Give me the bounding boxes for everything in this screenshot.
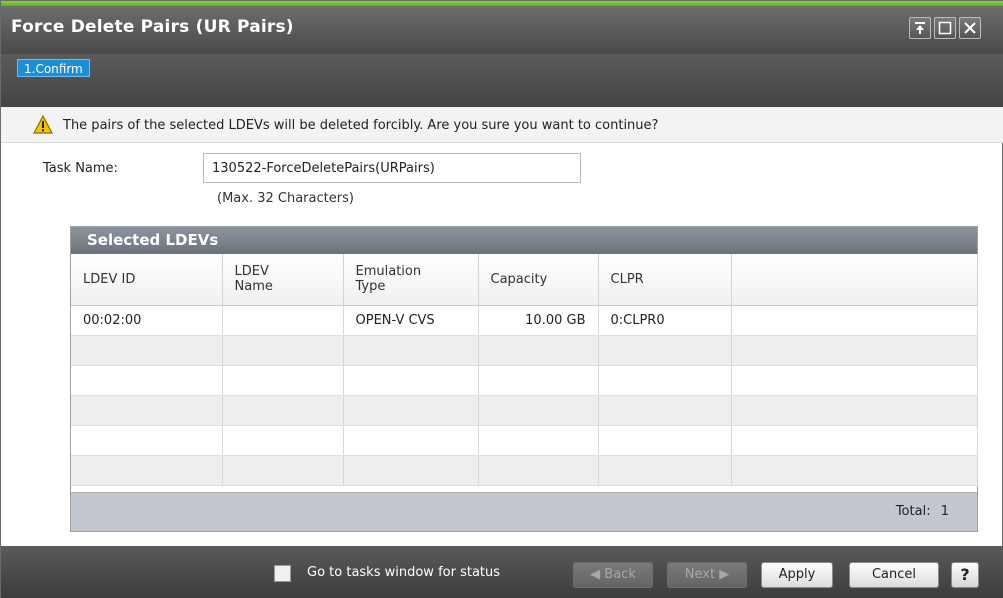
title-bar: Force Delete Pairs (UR Pairs)	[1, 6, 1003, 54]
column-header-ldev-id[interactable]: LDEV ID	[71, 254, 223, 306]
column-header-ldev-name[interactable]: LDEV Name	[222, 254, 344, 306]
next-arrow-icon: ▶	[719, 567, 730, 582]
column-header-blank	[731, 254, 978, 306]
cell-blank	[731, 305, 978, 336]
empty-table-row	[71, 425, 978, 456]
back-button[interactable]: ◀ Back	[573, 562, 653, 588]
table-footer: Total: 1	[71, 492, 977, 531]
table-title: Selected LDEVs	[87, 231, 219, 249]
total-count: Total: 1	[896, 504, 949, 519]
close-icon	[964, 22, 976, 34]
ldev-table: LDEV ID LDEV Name Emulation Type Capacit…	[71, 254, 978, 486]
total-label: Total:	[895, 504, 931, 519]
task-name-hint: (Max. 32 Characters)	[217, 191, 354, 206]
apply-button[interactable]: Apply	[761, 562, 833, 588]
go-to-tasks-checkbox[interactable]	[274, 565, 291, 582]
empty-table-row	[71, 455, 978, 486]
column-header-capacity[interactable]: Capacity	[478, 254, 599, 306]
task-name-input[interactable]	[203, 153, 581, 183]
column-header-ldev-name-label: LDEV Name	[234, 264, 273, 295]
window-title: Force Delete Pairs (UR Pairs)	[11, 17, 294, 37]
wizard-step-bar: 1.Confirm	[1, 54, 1003, 107]
step-confirm-tab[interactable]: 1.Confirm	[17, 59, 90, 77]
dialog-footer: Go to tasks window for status ◀ Back Nex…	[1, 546, 1003, 598]
back-arrow-icon: ◀	[590, 567, 601, 582]
column-header-clpr[interactable]: CLPR	[598, 254, 732, 306]
total-value: 1	[940, 504, 949, 519]
pin-icon	[915, 22, 925, 34]
task-name-label: Task Name:	[43, 161, 118, 176]
table-title-bar: Selected LDEVs	[71, 227, 977, 254]
cell-emulation-type: OPEN-V CVS	[343, 305, 479, 336]
close-button[interactable]	[959, 17, 981, 39]
column-header-emulation-type[interactable]: Emulation Type	[343, 254, 479, 306]
cancel-button[interactable]: Cancel	[849, 562, 939, 588]
back-button-label: Back	[604, 567, 636, 582]
empty-table-row	[71, 395, 978, 426]
cell-capacity: 10.00 GB	[478, 305, 599, 336]
maximize-button[interactable]	[934, 17, 956, 39]
confirmation-message: The pairs of the selected LDEVs will be …	[63, 118, 659, 133]
warning-icon	[33, 115, 53, 134]
cell-clpr: 0:CLPR0	[598, 305, 732, 336]
cell-ldev-name	[222, 305, 344, 336]
go-to-tasks-label[interactable]: Go to tasks window for status	[307, 565, 500, 580]
empty-table-row	[71, 365, 978, 396]
empty-table-row	[71, 335, 978, 366]
selected-ldevs-panel: Selected LDEVs LDEV ID LDEV Name Emulati…	[70, 226, 978, 532]
dialog-window: Force Delete Pairs (UR Pairs) 1.Confirm	[0, 0, 1003, 598]
table-header-row: LDEV ID LDEV Name Emulation Type Capacit…	[71, 254, 978, 306]
column-header-emulation-type-label: Emulation Type	[355, 264, 422, 295]
next-button-label: Next	[684, 567, 716, 582]
confirmation-message-row: The pairs of the selected LDEVs will be …	[1, 107, 1003, 143]
pin-button[interactable]	[909, 17, 931, 39]
table-row[interactable]: 00:02:00 OPEN-V CVS 10.00 GB 0:CLPR0	[71, 305, 978, 336]
next-button[interactable]: Next ▶	[667, 562, 747, 588]
cell-ldev-id: 00:02:00	[71, 305, 223, 336]
help-button[interactable]: ?	[951, 562, 979, 588]
maximize-icon	[938, 21, 952, 35]
